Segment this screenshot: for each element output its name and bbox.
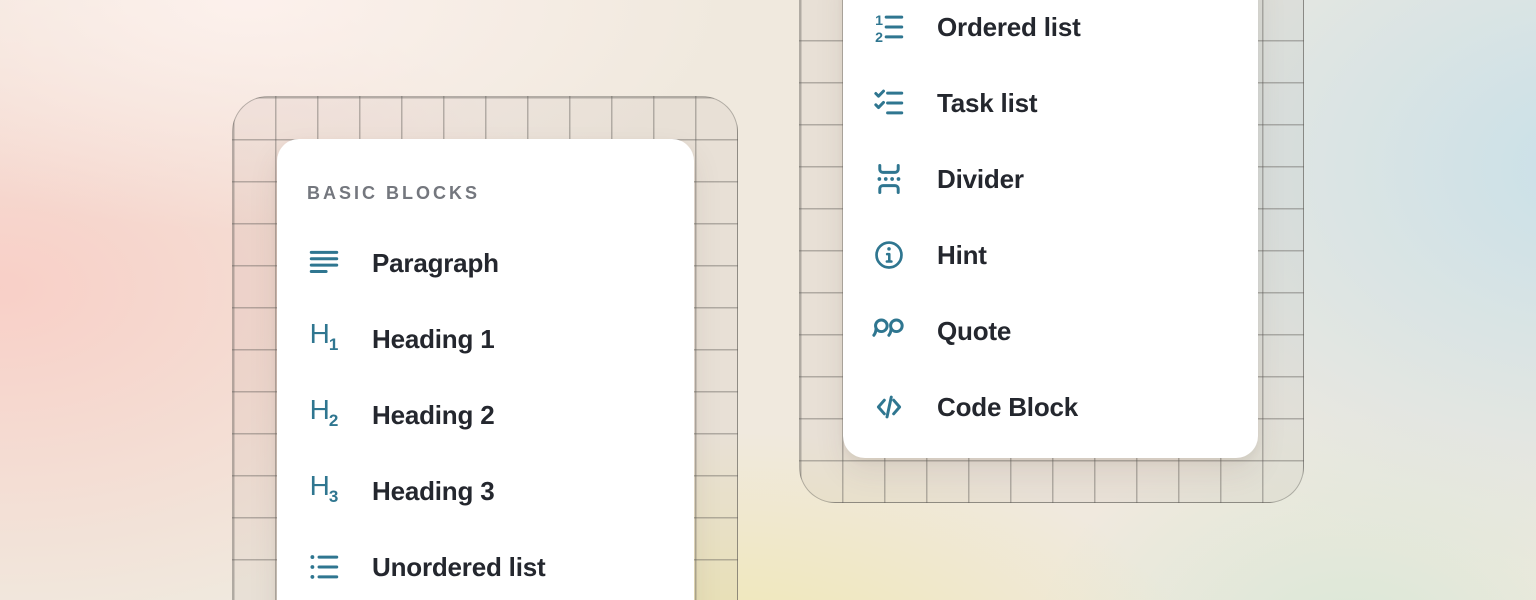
canvas-background: BASIC BLOCKS Paragraph H1 Heading 1 H2 Headi… (0, 0, 1536, 600)
basic-blocks-menu-card: BASIC BLOCKS Paragraph H1 Heading 1 H2 Headi… (277, 139, 694, 600)
svg-text:1: 1 (875, 13, 883, 29)
quote-icon (872, 314, 906, 348)
task-list-icon (872, 86, 906, 120)
menu-item-paragraph[interactable]: Paragraph (307, 246, 664, 280)
menu-item-task-list[interactable]: Task list (872, 86, 1230, 120)
menu-item-ordered-list[interactable]: 12 Ordered list (872, 10, 1230, 44)
menu-item-label: Code Block (937, 390, 1078, 424)
svg-text:2: 2 (875, 30, 883, 44)
menu-item-heading-3[interactable]: H3 Heading 3 (307, 474, 664, 508)
heading-3-icon: H3 (307, 474, 341, 508)
code-block-icon (872, 390, 906, 424)
menu-list-basic-blocks: Paragraph H1 Heading 1 H2 Heading 2 H3 Heading… (307, 246, 664, 584)
menu-item-label: Heading 1 (372, 322, 494, 356)
menu-item-label: Paragraph (372, 246, 499, 280)
unordered-list-icon (307, 550, 341, 584)
menu-item-label: Heading 2 (372, 398, 494, 432)
menu-list-insert-blocks: 12 Ordered list Task list Divider Hint Quote C… (872, 10, 1230, 424)
menu-item-unordered-list[interactable]: Unordered list (307, 550, 664, 584)
heading-2-icon: H2 (307, 398, 341, 432)
heading-1-icon: H1 (307, 322, 341, 356)
menu-item-heading-2[interactable]: H2 Heading 2 (307, 398, 664, 432)
paragraph-icon (307, 246, 341, 280)
menu-item-divider[interactable]: Divider (872, 162, 1230, 196)
section-label: BASIC BLOCKS (307, 183, 664, 203)
insert-blocks-menu-card: 12 Ordered list Task list Divider Hint Quote C… (843, 0, 1258, 458)
menu-item-label: Ordered list (937, 10, 1081, 44)
menu-item-label: Divider (937, 162, 1024, 196)
menu-item-label: Heading 3 (372, 474, 494, 508)
menu-item-label: Hint (937, 238, 987, 272)
menu-item-heading-1[interactable]: H1 Heading 1 (307, 322, 664, 356)
divider-icon (872, 162, 906, 196)
ordered-list-icon: 12 (872, 10, 906, 44)
menu-item-label: Unordered list (372, 550, 545, 584)
menu-item-hint[interactable]: Hint (872, 238, 1230, 272)
menu-item-code-block[interactable]: Code Block (872, 390, 1230, 424)
menu-item-quote[interactable]: Quote (872, 314, 1230, 348)
menu-item-label: Task list (937, 86, 1037, 120)
hint-icon (872, 238, 906, 272)
menu-item-label: Quote (937, 314, 1011, 348)
